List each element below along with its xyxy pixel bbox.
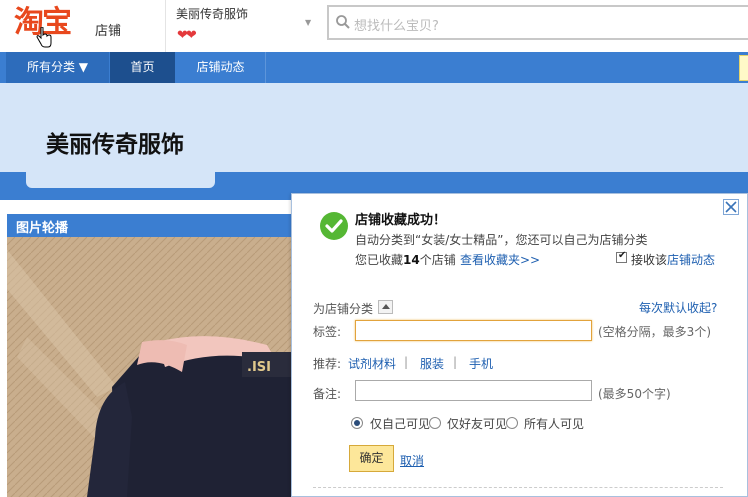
visibility-radio-friends[interactable] (429, 417, 441, 429)
side-tab[interactable] (739, 55, 748, 81)
shop-nav: 所有分类 ▼ 首页 店铺动态 (0, 52, 748, 83)
banner-title: 美丽传奇服饰 (46, 132, 184, 158)
visibility-label-all: 所有人可见 (524, 417, 585, 431)
dress-photo: .ISI (7, 237, 297, 497)
category-label: 为店铺分类 (313, 302, 374, 316)
divider (313, 487, 723, 488)
tag-label: 标签: (313, 325, 342, 339)
recommend-tag-3[interactable]: 手机 (469, 355, 493, 372)
recommend-tag-1[interactable]: 试剂材料 (348, 355, 396, 372)
recommend-separator: | (404, 355, 409, 369)
top-bar: 淘宝 店铺 美丽传奇服饰 ❤❤ ▼ 想找什么宝贝? (0, 0, 748, 52)
note-label: 备注: (313, 387, 342, 401)
search-icon (336, 15, 350, 29)
favorite-count-text: 您已收藏14个店铺 (355, 251, 456, 268)
svg-text:.ISI: .ISI (247, 360, 271, 375)
checkmark-icon: ✔ (618, 250, 627, 261)
receive-updates-checkbox[interactable]: ✔ (616, 250, 627, 263)
shop-dropdown-icon[interactable]: ▼ (305, 18, 311, 27)
nav-all-categories[interactable]: 所有分类 ▼ (6, 52, 109, 83)
success-description: 自动分类到“女装/女士精品”，您还可以自己为店铺分类 (355, 233, 648, 247)
tag-hint: (空格分隔，最多3个) (598, 325, 711, 339)
carousel-title: 图片轮播 (16, 221, 69, 236)
recommend-separator: | (453, 355, 458, 369)
receive-updates-label: 接收该店铺动态 (631, 251, 715, 268)
shop-rating-hearts-icon: ❤❤ (177, 28, 197, 43)
favorite-dialog: 店铺收藏成功！ 自动分类到“女装/女士精品”，您还可以自己为店铺分类 您已收藏1… (291, 193, 748, 497)
view-favorites-link[interactable]: 查看收藏夹>> (460, 251, 540, 268)
logo-subtitle: 店铺 (95, 24, 122, 39)
shop-banner: 美丽传奇服饰 (0, 83, 748, 172)
search-input[interactable]: 想找什么宝贝? (354, 15, 439, 34)
default-collapse-link[interactable]: 每次默认收起? (639, 299, 717, 316)
shop-dynamics-link[interactable]: 店铺动态 (667, 253, 715, 267)
count-suffix: 个店铺 (419, 253, 456, 267)
shop-info[interactable]: 美丽传奇服饰 ❤❤ ▼ (165, 0, 316, 52)
cancel-link[interactable]: 取消 (400, 452, 424, 469)
close-button[interactable] (723, 199, 739, 215)
note-input[interactable] (355, 380, 592, 401)
confirm-button[interactable]: 确定 (349, 445, 394, 472)
visibility-label-friends: 仅好友可见 (447, 417, 508, 431)
shop-name[interactable]: 美丽传奇服饰 (176, 5, 248, 22)
nav-shop-dynamics[interactable]: 店铺动态 (176, 52, 266, 83)
note-hint: (最多50个字) (598, 387, 671, 401)
tag-input[interactable] (355, 320, 592, 341)
carousel-header: 图片轮播 (7, 214, 297, 237)
category-collapse-button[interactable] (378, 300, 393, 314)
carousel-image[interactable]: .ISI (7, 237, 297, 497)
recommend-tag-2[interactable]: 服装 (420, 355, 444, 372)
search-box[interactable]: 想找什么宝贝? (327, 5, 748, 40)
success-check-icon (320, 212, 348, 240)
success-title: 店铺收藏成功！ (355, 213, 447, 228)
count-prefix: 您已收藏 (355, 253, 404, 267)
close-icon (725, 201, 737, 213)
receive-prefix: 接收该 (631, 253, 668, 267)
favorite-count: 14 (403, 253, 420, 267)
visibility-radio-self[interactable] (351, 417, 363, 429)
hand-cursor-icon (36, 27, 52, 48)
banner-tab (26, 172, 215, 188)
collapse-up-icon (382, 304, 390, 309)
recommend-label: 推荐: (313, 357, 342, 371)
visibility-radio-all[interactable] (506, 417, 518, 429)
visibility-label-self: 仅自己可见 (370, 417, 431, 431)
nav-home[interactable]: 首页 (110, 52, 175, 83)
page: 淘宝 店铺 美丽传奇服饰 ❤❤ ▼ 想找什么宝贝? 所有分类 ▼ 首页 店铺动态… (0, 0, 748, 497)
